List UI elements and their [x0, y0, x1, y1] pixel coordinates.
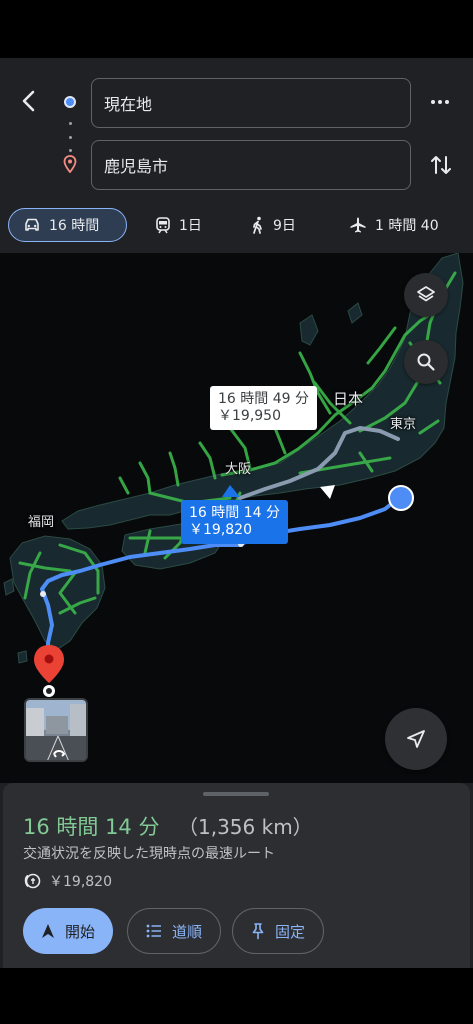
search-icon [417, 353, 435, 371]
toll-info: ￥19,820 [23, 871, 112, 891]
current-location-marker [388, 485, 414, 511]
origin-dot-icon [64, 96, 76, 108]
alternate-route-callout[interactable]: 16 時間 49 分 ￥19,950 [210, 386, 317, 430]
directions-screen: 現在地 鹿児島市 16 時間 1日 9日 1 時間 40 16 時間 49 分 … [0, 58, 473, 968]
tab-flight[interactable]: 1 時間 40 [349, 208, 439, 242]
city-label-fukuoka: 福岡 [28, 515, 55, 530]
tab-drive[interactable]: 16 時間 [8, 208, 127, 242]
map-search-button[interactable] [404, 340, 448, 384]
tab-walk-label: 9日 [273, 218, 296, 234]
destination-marker [34, 645, 64, 697]
more-options-button[interactable] [428, 90, 452, 114]
back-button[interactable] [14, 86, 44, 116]
main-route-time: 16 時間 14 分 [189, 505, 280, 521]
alt-route-toll: ￥19,950 [218, 408, 281, 424]
tab-transit[interactable]: 1日 [155, 208, 202, 242]
swap-icon[interactable] [428, 152, 454, 178]
start-button-label: 開始 [65, 922, 96, 941]
street-view-thumbnail[interactable] [24, 698, 88, 762]
train-icon [156, 216, 170, 233]
destination-input[interactable]: 鹿児島市 [91, 140, 411, 190]
navigation-arrow-icon [407, 730, 425, 748]
recenter-button[interactable] [385, 708, 447, 770]
pin-icon [252, 923, 264, 940]
pin-button[interactable]: 固定 [232, 908, 325, 954]
back-arrow-icon [22, 90, 35, 112]
alt-callout-tail [320, 485, 335, 499]
alt-route-time: 16 時間 49 分 [218, 391, 309, 407]
city-label-osaka: 大阪 [225, 462, 252, 477]
navigation-icon [42, 924, 54, 938]
layers-button[interactable] [404, 273, 448, 317]
tab-flight-label: 1 時間 40 [375, 218, 439, 234]
steps-button-label: 道順 [172, 922, 203, 941]
pin-button-label: 固定 [275, 922, 306, 941]
tab-drive-label: 16 時間 [49, 218, 100, 234]
car-icon [25, 218, 39, 231]
plane-icon [350, 217, 366, 233]
sheet-drag-handle[interactable] [203, 792, 269, 796]
origin-input[interactable]: 現在地 [91, 78, 411, 128]
directions-steps-button[interactable]: 道順 [127, 908, 222, 954]
route-duration: 16 時間 14 分 [23, 815, 160, 839]
destination-pin-icon [63, 155, 77, 173]
map-view[interactable]: 16 時間 49 分 ￥19,950 16 時間 14 分 ￥19,820 日本… [0, 253, 473, 783]
list-icon [146, 924, 161, 938]
tab-walk[interactable]: 9日 [251, 208, 296, 242]
street-view-image [26, 700, 86, 760]
tab-transit-label: 1日 [179, 218, 202, 234]
route-note: 交通状況を反映した現時点の最速ルート [23, 846, 275, 862]
city-label-tokyo: 東京 [390, 417, 417, 432]
travel-mode-tabs: 16 時間 1日 9日 1 時間 40 [0, 206, 473, 246]
main-route-toll: ￥19,820 [189, 522, 252, 538]
main-route-callout[interactable]: 16 時間 14 分 ￥19,820 [181, 500, 288, 544]
fukuoka-dot [40, 591, 46, 597]
walk-icon [253, 216, 262, 234]
country-label: 日本 [333, 390, 364, 408]
route-dots-icon [69, 122, 72, 152]
route-distance: （1,356 km） [178, 815, 313, 839]
layers-icon [417, 286, 435, 302]
toll-icon [24, 873, 41, 889]
toll-amount: ￥19,820 [49, 874, 112, 890]
route-summary-sheet[interactable]: 16 時間 14 分 （1,356 km） 交通状況を反映した現時点の最速ルート… [3, 783, 470, 968]
start-button[interactable]: 開始 [23, 908, 114, 954]
